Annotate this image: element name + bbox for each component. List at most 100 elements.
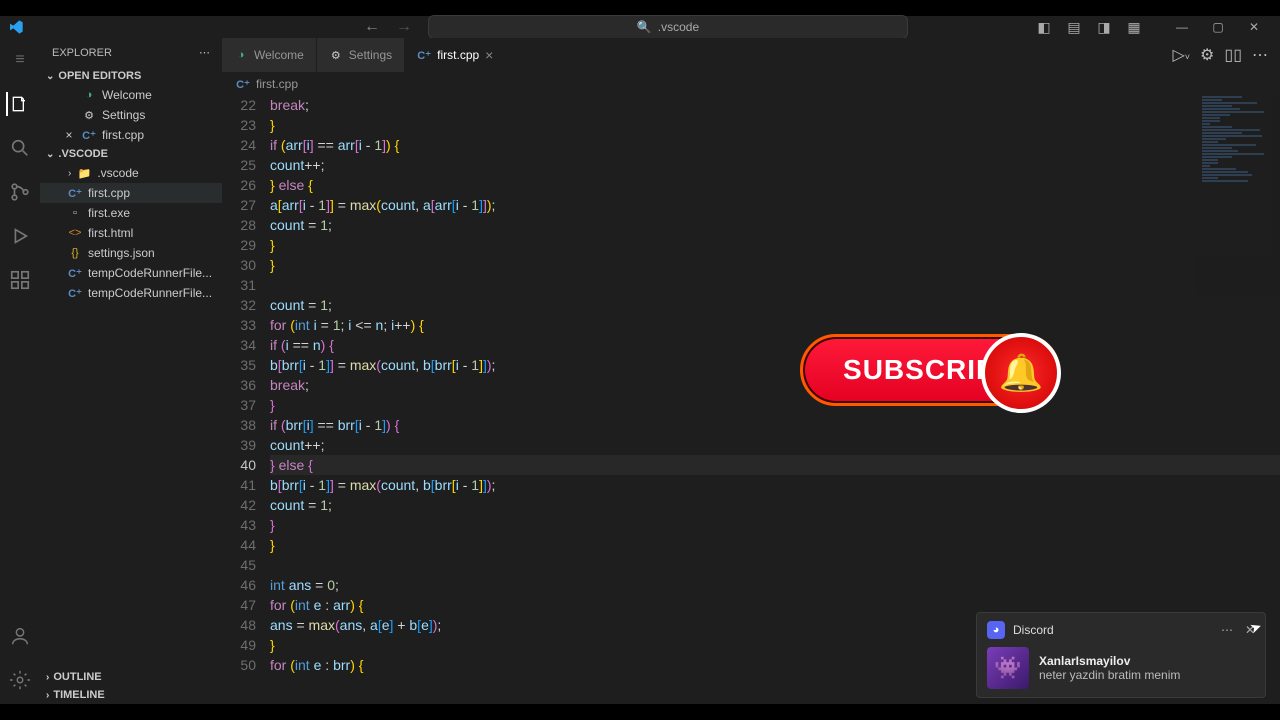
code-line[interactable]: int ans = 0; (270, 575, 1280, 595)
code-line[interactable]: b[brr[i - 1]] = max(count, b[brr[i - 1]]… (270, 475, 1280, 495)
menu-icon[interactable]: ≡ (8, 48, 32, 72)
open-editor-item[interactable]: ◑Welcome (40, 85, 222, 105)
cpp-file-icon: C⁺ (236, 77, 250, 91)
layout-grid-icon[interactable]: ▦ (1126, 19, 1142, 35)
editor-tab[interactable]: ◑Welcome (222, 38, 317, 72)
window-minimize-button[interactable]: — (1164, 13, 1200, 41)
line-number: 28 (222, 215, 256, 235)
explorer-more-icon[interactable]: ⋯ (199, 46, 210, 59)
file-item[interactable]: C⁺tempCodeRunnerFile... (40, 263, 222, 283)
file-label: first.cpp (88, 186, 130, 200)
line-number: 22 (222, 95, 256, 115)
code-line[interactable]: if (i == n) { (270, 335, 1280, 355)
code-line[interactable]: count = 1; (270, 495, 1280, 515)
code-line[interactable]: } else { (270, 455, 1280, 475)
line-number: 48 (222, 615, 256, 635)
code-line[interactable]: if (arr[i] == arr[i - 1]) { (270, 135, 1280, 155)
code-line[interactable]: count = 1; (270, 215, 1280, 235)
file-item[interactable]: <>first.html (40, 223, 222, 243)
timeline-section[interactable]: › TIMELINE (40, 686, 222, 704)
code-line[interactable]: count = 1; (270, 295, 1280, 315)
line-number: 45 (222, 555, 256, 575)
open-editor-item[interactable]: ⚙Settings (40, 105, 222, 125)
breadcrumb[interactable]: C⁺ first.cpp (222, 73, 1280, 95)
accounts-icon[interactable] (8, 624, 32, 648)
subscribe-overlay[interactable]: SUBSCRIBE 🔔 (800, 334, 1060, 406)
code-line[interactable]: } (270, 395, 1280, 415)
code-line[interactable]: } (270, 115, 1280, 135)
window-maximize-button[interactable]: ▢ (1200, 13, 1236, 41)
editor-tab[interactable]: ⚙Settings (317, 38, 405, 72)
file-label: settings.json (88, 246, 155, 260)
notification-more-icon[interactable]: ⋯ (1221, 623, 1233, 637)
line-number: 35 (222, 355, 256, 375)
code-line[interactable]: break; (270, 375, 1280, 395)
line-number: 41 (222, 475, 256, 495)
close-icon[interactable]: × (62, 128, 76, 142)
code-line[interactable]: } (270, 255, 1280, 275)
more-actions-icon[interactable]: ⋯ (1252, 45, 1268, 65)
line-number: 24 (222, 135, 256, 155)
open-editor-label: Settings (102, 108, 145, 122)
line-number: 46 (222, 575, 256, 595)
code-line[interactable]: if (brr[i] == brr[i - 1]) { (270, 415, 1280, 435)
open-editor-label: first.cpp (102, 128, 144, 142)
layout-panel-icon[interactable]: ▤ (1066, 19, 1082, 35)
settings-icon[interactable]: ⚙ (1200, 45, 1214, 65)
file-label: first.html (88, 226, 133, 240)
code-line[interactable]: break; (270, 95, 1280, 115)
code-line[interactable]: } (270, 235, 1280, 255)
code-line[interactable]: } (270, 515, 1280, 535)
code-line[interactable]: a[arr[i - 1]] = max(count, a[arr[i - 1]]… (270, 195, 1280, 215)
outline-section[interactable]: › OUTLINE (40, 668, 222, 686)
code-line[interactable]: count++; (270, 155, 1280, 175)
code-line[interactable]: for (int i = 1; i <= n; i++) { (270, 315, 1280, 335)
code-line[interactable] (270, 555, 1280, 575)
search-activity-icon[interactable] (8, 136, 32, 160)
minimap[interactable] (1196, 95, 1280, 295)
file-item[interactable]: ›📁.vscode (40, 163, 222, 183)
bell-icon[interactable]: 🔔 (981, 333, 1061, 413)
discord-notification[interactable]: ◕ Discord ⋯ ✕ 👾 XanlarIsmayilov neter ya… (976, 612, 1266, 698)
explorer-sidebar: EXPLORER ⋯ ⌄ OPEN EDITORS ◑Welcome⚙Setti… (40, 38, 222, 704)
file-item[interactable]: {}settings.json (40, 243, 222, 263)
code-line[interactable]: } else { (270, 175, 1280, 195)
discord-message: neter yazdin bratim menim (1039, 668, 1180, 682)
window-close-button[interactable]: ✕ (1236, 13, 1272, 41)
split-editor-icon[interactable]: ▯▯ (1224, 45, 1242, 65)
run-debug-icon[interactable] (8, 224, 32, 248)
open-editor-item[interactable]: ×C⁺first.cpp (40, 125, 222, 145)
file-label: tempCodeRunnerFile... (88, 286, 212, 300)
command-center-search[interactable]: 🔍 .vscode (428, 15, 908, 39)
layout-sidebar-right-icon[interactable]: ◨ (1096, 19, 1112, 35)
file-item[interactable]: C⁺first.cpp (40, 183, 222, 203)
source-control-icon[interactable] (8, 180, 32, 204)
settings-gear-icon[interactable] (8, 668, 32, 692)
explorer-icon[interactable] (6, 92, 30, 116)
file-label: tempCodeRunnerFile... (88, 266, 212, 280)
file-item[interactable]: ▫first.exe (40, 203, 222, 223)
run-code-button[interactable]: ▷˅ (1172, 45, 1190, 65)
discord-avatar: 👾 (987, 647, 1029, 689)
line-number: 37 (222, 395, 256, 415)
line-number: 50 (222, 655, 256, 675)
code-line[interactable]: } (270, 535, 1280, 555)
line-number: 27 (222, 195, 256, 215)
activity-bar: ≡ (0, 38, 40, 704)
code-line[interactable]: b[brr[i - 1]] = max(count, b[brr[i - 1]]… (270, 355, 1280, 375)
line-number: 26 (222, 175, 256, 195)
line-number: 39 (222, 435, 256, 455)
open-editors-section[interactable]: ⌄ OPEN EDITORS (40, 67, 222, 85)
code-line[interactable]: count++; (270, 435, 1280, 455)
line-number: 36 (222, 375, 256, 395)
file-item[interactable]: C⁺tempCodeRunnerFile... (40, 283, 222, 303)
nav-back-button[interactable]: ← (364, 18, 380, 36)
line-number: 29 (222, 235, 256, 255)
code-line[interactable] (270, 275, 1280, 295)
folder-root[interactable]: ⌄ .VSCODE (40, 145, 222, 163)
layout-sidebar-left-icon[interactable]: ◧ (1036, 19, 1052, 35)
nav-forward-button[interactable]: → (396, 18, 412, 36)
tab-close-icon[interactable]: × (485, 47, 493, 63)
editor-tab[interactable]: C⁺first.cpp× (405, 38, 506, 72)
extensions-icon[interactable] (8, 268, 32, 292)
